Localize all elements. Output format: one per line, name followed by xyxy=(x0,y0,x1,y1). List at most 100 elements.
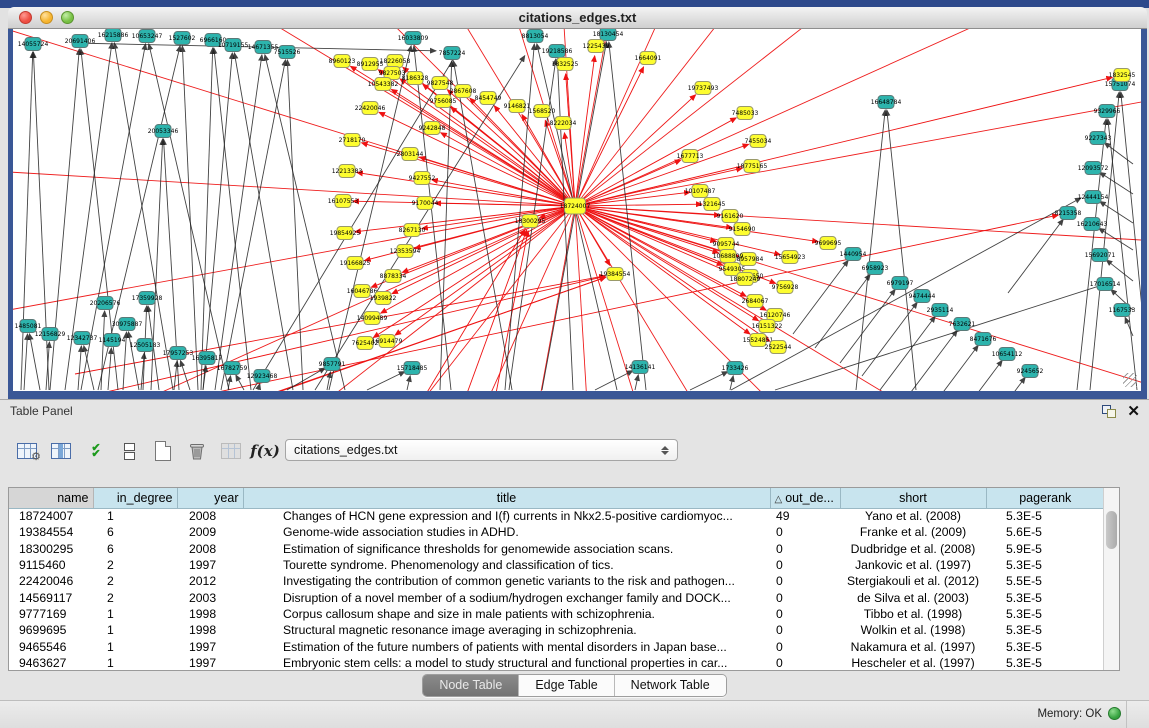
graph-node[interactable]: 1677713 xyxy=(677,150,704,163)
table-row[interactable]: 977716911998Corpus callosum shape and si… xyxy=(9,606,1104,622)
graph-node[interactable]: 18130454 xyxy=(593,29,624,41)
graph-node[interactable]: 16107553 xyxy=(328,195,359,208)
graph-node[interactable]: 20206576 xyxy=(90,297,121,310)
table-scrollbar[interactable] xyxy=(1103,488,1119,670)
network-canvas[interactable]: 14055724 206914061621588610653247 1527602 6… xyxy=(8,29,1147,391)
close-panel-icon[interactable]: ✕ xyxy=(1127,402,1140,420)
tab-network-table[interactable]: Network Table xyxy=(614,675,726,696)
graph-node[interactable]: 12505183 xyxy=(130,339,161,352)
graph-node[interactable]: 1527602 xyxy=(169,32,196,45)
graph-node[interactable]: 18724007 xyxy=(560,198,591,214)
graph-node[interactable]: 15718485 xyxy=(397,362,428,375)
new-column-icon[interactable] xyxy=(150,436,176,466)
graph-node[interactable]: 9474444 xyxy=(909,290,936,303)
graph-node[interactable]: 7857224 xyxy=(439,47,466,60)
window-titlebar[interactable]: citations_edges.txt xyxy=(8,7,1147,29)
graph-node[interactable]: 15654923 xyxy=(775,251,806,264)
column-header-in_degree[interactable]: in_degree xyxy=(93,488,177,508)
table-row[interactable]: 969969511998Structural magnetic resonanc… xyxy=(9,622,1104,638)
graph-node[interactable]: 12213383 xyxy=(332,165,363,178)
column-header-short[interactable]: short xyxy=(840,488,986,508)
graph-node[interactable]: 9227343 xyxy=(1085,132,1112,145)
graph-node[interactable]: 19166825 xyxy=(340,257,371,270)
tab-edge-table[interactable]: Edge Table xyxy=(518,675,613,696)
graph-node[interactable]: 1167533 xyxy=(1109,304,1136,317)
graph-node[interactable]: 9427552 xyxy=(409,172,436,185)
table-row[interactable]: 2242004622012Investigating the contribut… xyxy=(9,573,1104,589)
column-header-title[interactable]: title xyxy=(243,488,770,508)
graph-node[interactable]: 9161620 xyxy=(717,210,744,223)
graph-node[interactable]: 1664091 xyxy=(635,52,662,65)
graph-node[interactable]: 18226058 xyxy=(380,55,411,68)
graph-node[interactable]: 9857791 xyxy=(319,358,346,371)
stacked-rows-icon[interactable] xyxy=(116,436,142,466)
column-visibility-icon[interactable] xyxy=(48,436,74,466)
graph-node[interactable]: 19384554 xyxy=(600,268,631,281)
graph-node[interactable]: 17016514 xyxy=(1090,278,1121,291)
graph-node[interactable]: 7455034 xyxy=(745,135,772,148)
table-options-icon[interactable]: ⚙ xyxy=(14,436,40,466)
graph-node[interactable]: 16782759 xyxy=(217,362,248,375)
graph-node[interactable]: 2935114 xyxy=(927,304,954,317)
graph-node[interactable]: 1321645 xyxy=(699,198,726,211)
graph-node[interactable]: 8813054 xyxy=(522,30,549,43)
delete-column-icon[interactable] xyxy=(184,436,210,466)
citation-network-graph[interactable]: 14055724 206914061621588610653247 1527602 6… xyxy=(13,29,1141,391)
table-selector-dropdown[interactable]: citations_edges.txt xyxy=(285,439,678,461)
graph-node[interactable]: 7632621 xyxy=(949,318,976,331)
column-header-out_degree[interactable]: △out_de... xyxy=(770,488,840,508)
graph-node[interactable]: 9245652 xyxy=(1017,365,1044,378)
graph-node[interactable]: 9699695 xyxy=(815,237,842,250)
row-checklist-icon[interactable]: ✔✔ xyxy=(82,436,108,466)
graph-node[interactable]: 19854925 xyxy=(330,227,361,240)
table-row[interactable]: 946554611997Estimation of the future num… xyxy=(9,638,1104,654)
graph-node[interactable]: 9170044 xyxy=(412,197,439,210)
graph-node[interactable]: 16648784 xyxy=(871,96,902,109)
graph-node[interactable]: 22420046 xyxy=(355,102,386,115)
graph-node[interactable]: 8454749 xyxy=(475,92,502,105)
graph-node[interactable]: 14055724 xyxy=(18,38,49,51)
graph-node[interactable]: 20053346 xyxy=(148,125,179,138)
graph-node[interactable]: 12353594 xyxy=(390,245,421,258)
table-row[interactable]: 1938455462009Genome-wide association stu… xyxy=(9,524,1104,540)
function-builder-icon[interactable]: f(x) xyxy=(252,436,278,466)
graph-node[interactable]: 14136141 xyxy=(625,361,656,374)
graph-node[interactable]: 6958923 xyxy=(862,262,889,275)
column-header-name[interactable]: name xyxy=(9,488,93,508)
graph-node[interactable]: 14099489 xyxy=(357,312,388,325)
table-row[interactable]: 946362711997Embryonic stem cells: a mode… xyxy=(9,655,1104,671)
graph-node[interactable]: 16215886 xyxy=(98,29,129,42)
graph-node[interactable]: 12444154 xyxy=(1078,191,1109,204)
graph-node[interactable]: 6979197 xyxy=(887,277,914,290)
graph-node[interactable]: 10654112 xyxy=(992,348,1023,361)
graph-node[interactable]: 9146821 xyxy=(504,100,531,113)
graph-node[interactable]: 7485033 xyxy=(732,107,759,120)
column-header-year[interactable]: year xyxy=(177,488,243,508)
graph-node[interactable]: 16210643 xyxy=(1077,218,1108,231)
table-row[interactable]: 1872400712008Changes of HCN gene express… xyxy=(9,508,1104,524)
graph-node[interactable]: 8960123 xyxy=(329,55,356,68)
column-header-pagerank[interactable]: pagerank xyxy=(986,488,1104,508)
graph-node[interactable]: 19218586 xyxy=(542,45,573,58)
float-panel-icon[interactable] xyxy=(1102,405,1116,418)
graph-node[interactable]: 9756085 xyxy=(430,95,457,108)
graph-node[interactable]: 12093572 xyxy=(1078,162,1109,175)
graph-node[interactable]: 10107487 xyxy=(685,185,716,198)
graph-node[interactable]: 2718170 xyxy=(339,134,366,147)
graph-node[interactable]: 30975887 xyxy=(112,318,143,331)
graph-node[interactable]: 15692071 xyxy=(1085,249,1116,262)
graph-node[interactable]: 1440954 xyxy=(840,248,867,261)
graph-node[interactable]: 9756928 xyxy=(772,281,799,294)
graph-node[interactable]: 8215358 xyxy=(1055,207,1082,220)
graph-node[interactable]: 2803144 xyxy=(397,148,424,161)
graph-node[interactable]: 10653247 xyxy=(132,30,163,43)
scrollbar-thumb[interactable] xyxy=(1106,511,1117,549)
table-row[interactable]: 911546021997Tourette syndrome. Phenomeno… xyxy=(9,557,1104,573)
graph-node[interactable]: 20691406 xyxy=(65,35,96,48)
graph-node[interactable]: 19737493 xyxy=(688,82,719,95)
table-row[interactable]: 1456911722003Disruption of a novel membe… xyxy=(9,589,1104,605)
graph-node[interactable]: 9154690 xyxy=(729,223,756,236)
graph-node[interactable]: 8471676 xyxy=(970,333,997,346)
canvas-resize-grip[interactable] xyxy=(1123,373,1137,387)
tab-node-table[interactable]: Node Table xyxy=(423,675,518,696)
